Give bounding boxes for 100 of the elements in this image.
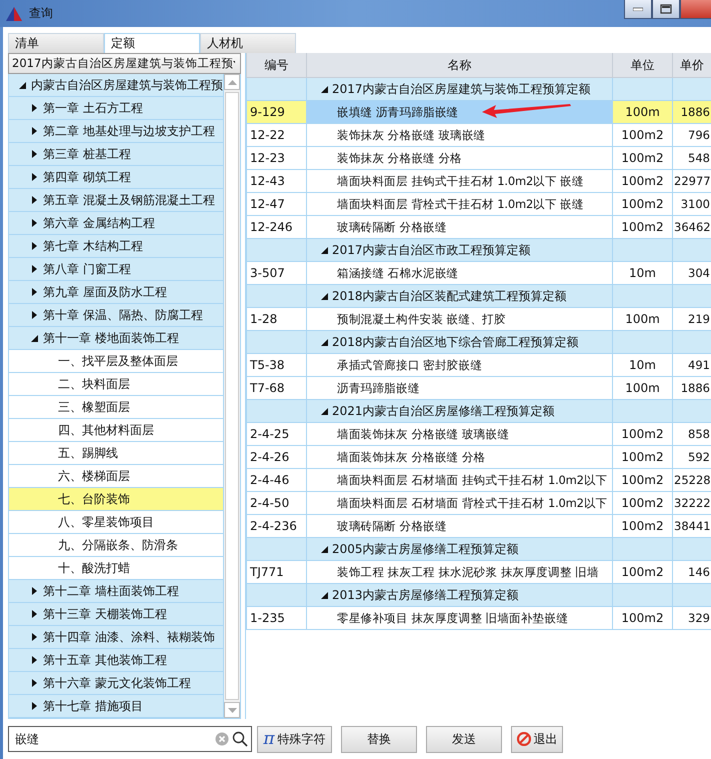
minimize-button[interactable] [624,0,652,19]
tree-item[interactable]: 第十七章 措施项目 [9,695,223,718]
tab[interactable]: 定额 [104,33,200,53]
table-cell: 墙面装饰抹灰 分格嵌缝 玻璃嵌缝 [306,422,612,446]
expand-caret-icon[interactable] [31,702,38,710]
collapse-caret-icon[interactable] [31,334,38,342]
expand-caret-icon[interactable] [31,219,38,227]
tree-item[interactable]: 第十一章 楼地面装饰工程 [9,327,223,350]
no-entry-icon [516,732,530,746]
table-cell: 100m2 [612,124,672,146]
tree-item[interactable]: 第十五章 其他装饰工程 [9,649,223,672]
table-cell: T5-38 [246,354,306,376]
expand-caret-icon[interactable] [31,173,38,181]
column-header[interactable]: 单价 [672,53,711,78]
group-header[interactable]: 2005内蒙古房屋修缮工程预算定额 [306,538,612,560]
table-row[interactable]: 2-4-46 墙面块料面层 石材墙面 挂钩式干挂石材 1.0m2以下 100m2 25228 [246,468,711,492]
search-icon[interactable] [232,731,248,747]
group-header[interactable]: 2021内蒙古自治区房屋修缮工程预算定额 [306,400,612,422]
expand-caret-icon[interactable] [31,311,38,319]
tree-item[interactable]: 第十二章 墙柱面装饰工程 [9,580,223,603]
button[interactable]: 发送 [426,726,502,752]
tree-item[interactable]: 第七章 木结构工程 [9,235,223,258]
tree-item[interactable]: 第八章 门窗工程 [9,258,223,281]
expand-caret-icon[interactable] [31,288,38,296]
expand-caret-icon[interactable] [31,265,38,273]
column-header[interactable]: 名称 [306,53,612,78]
tree-item[interactable]: 第九章 屋面及防水工程 [9,281,223,304]
tab[interactable]: 人材机 [200,33,296,53]
table-cell: 2-4-25 [246,422,306,446]
collapse-caret-icon[interactable] [321,406,328,414]
tree-item[interactable]: 第五章 混凝土及钢筋混凝土工程 [9,189,223,212]
table-row[interactable]: 2-4-50 墙面块料面层 石材墙面 背栓式干挂石材 1.0m2以下 100m2 32222 [246,492,711,514]
expand-caret-icon[interactable] [31,150,38,158]
table-row[interactable]: 2-4-25 墙面装饰抹灰 分格嵌缝 玻璃嵌缝 100m2 858 [246,422,711,446]
tree-item[interactable]: 第十三章 天棚装饰工程 [9,603,223,626]
table-cell: 装饰抹灰 分格嵌缝 分格 [306,146,612,170]
group-header[interactable]: 2018内蒙古自治区装配式建筑工程预算定额 [306,284,612,308]
group-header[interactable]: 2013内蒙古房屋修缮工程预算定额 [306,584,612,606]
tree-item[interactable]: 第六章 金属结构工程 [9,212,223,235]
tree-item[interactable]: 七、台阶装饰 [9,488,223,511]
table-cell: 12-47 [246,192,306,216]
table-cell: 100m2 [612,468,672,492]
tree-item[interactable]: 第十章 保温、隔热、防腐工程 [9,304,223,327]
expand-caret-icon[interactable] [31,196,38,204]
table-cell: 1-235 [246,606,306,630]
table-cell: 墙面装饰抹灰 分格嵌缝 分格 [306,446,612,468]
exit-button[interactable]: 退出 [511,726,563,752]
collapse-caret-icon[interactable] [321,246,328,254]
expand-caret-icon[interactable] [31,127,38,135]
maximize-button[interactable] [652,0,680,19]
special-characters-button[interactable]: π 特殊字符 [257,726,332,752]
tab[interactable]: 清单 [8,33,104,53]
table-cell: 10m [612,354,672,376]
group-header[interactable]: 2017内蒙古自治区市政工程预算定额 [306,238,612,262]
maximize-icon [660,4,672,14]
table-row[interactable]: 1-235 零星修补项目 抹灰厚度调整 旧墙面补垫嵌缝 100m2 329 [246,606,711,630]
tree-item[interactable]: 第十六章 蒙元文化装饰工程 [9,672,223,695]
table-cell: 100m2 [612,192,672,216]
table-cell: 100m2 [612,146,672,170]
tree-item[interactable]: 第十四章 油漆、涂料、裱糊装饰 [9,626,223,649]
collapse-caret-icon[interactable] [321,590,328,598]
table-row[interactable]: 9-129 嵌填缝 沥青玛蹄脂嵌缝 100m 1886 [246,100,711,124]
table-cell: 零星修补项目 抹灰厚度调整 旧墙面补垫嵌缝 [306,606,612,630]
table-cell: 100m2 [612,606,672,630]
collapse-caret-icon[interactable] [19,81,26,89]
table-row[interactable]: 12-47 墙面块料面层 背栓式干挂石材 1.0m2以下 嵌缝 100m2 3100 [246,192,711,216]
table-row[interactable]: 12-23 装饰抹灰 分格嵌缝 分格 100m2 548 [246,146,711,170]
tree-item[interactable]: 第一章 土石方工程 [9,97,223,120]
table-cell: 嵌填缝 沥青玛蹄脂嵌缝 [306,100,612,124]
collapse-caret-icon[interactable] [321,292,328,300]
expand-caret-icon[interactable] [31,104,38,112]
group-header[interactable]: 2017内蒙古自治区房屋建筑与装饰工程预算定额 [306,78,612,100]
table-row[interactable]: 12-43 墙面块料面层 挂钩式干挂石材 1.0m2以下 嵌缝 100m2 22977 [246,170,711,192]
column-header[interactable]: 单位 [612,53,672,78]
table-cell: 墙面块料面层 背栓式干挂石材 1.0m2以下 嵌缝 [306,192,612,216]
tree-item[interactable]: 第四章 砌筑工程 [9,166,223,189]
expand-caret-icon[interactable] [31,587,38,595]
table-cell: 墙面块料面层 石材墙面 挂钩式干挂石材 1.0m2以下 [306,468,612,492]
column-header[interactable]: 编号 [246,53,306,78]
button[interactable]: 替换 [341,726,417,752]
table-row[interactable]: 12-22 装饰抹灰 分格嵌缝 玻璃嵌缝 100m2 796 [246,124,711,146]
collapse-caret-icon[interactable] [321,544,328,552]
expand-caret-icon[interactable] [31,633,38,641]
expand-caret-icon[interactable] [31,610,38,618]
expand-caret-icon[interactable] [31,656,38,664]
pi-icon: π [263,729,275,749]
group-header[interactable]: 2018内蒙古自治区地下综合管廊工程预算定额 [306,330,612,354]
table-cell: 100m2 [612,446,672,468]
search-field[interactable]: 嵌缝 [8,726,252,752]
table-row[interactable]: T5-38 承插式管廊接口 密封胶嵌缝 10m 491 [246,354,711,376]
tree-item[interactable]: 第二章 地基处理与边坡支护工程 [9,120,223,143]
tree-item[interactable]: 第三章 桩基工程 [9,143,223,166]
collapse-caret-icon[interactable] [321,84,328,92]
expand-caret-icon[interactable] [31,242,38,250]
library-dropdown[interactable]: 2017内蒙古自治区房屋建筑与装饰工程预 [8,53,241,74]
collapse-caret-icon[interactable] [321,338,328,346]
table-row[interactable]: 2-4-26 墙面装饰抹灰 分格嵌缝 分格 100m2 592 [246,446,711,468]
table-cell: 100m2 [612,170,672,192]
expand-caret-icon[interactable] [31,679,38,687]
tree-item[interactable]: 内蒙古自治区房屋建筑与装饰工程预 [9,74,223,97]
